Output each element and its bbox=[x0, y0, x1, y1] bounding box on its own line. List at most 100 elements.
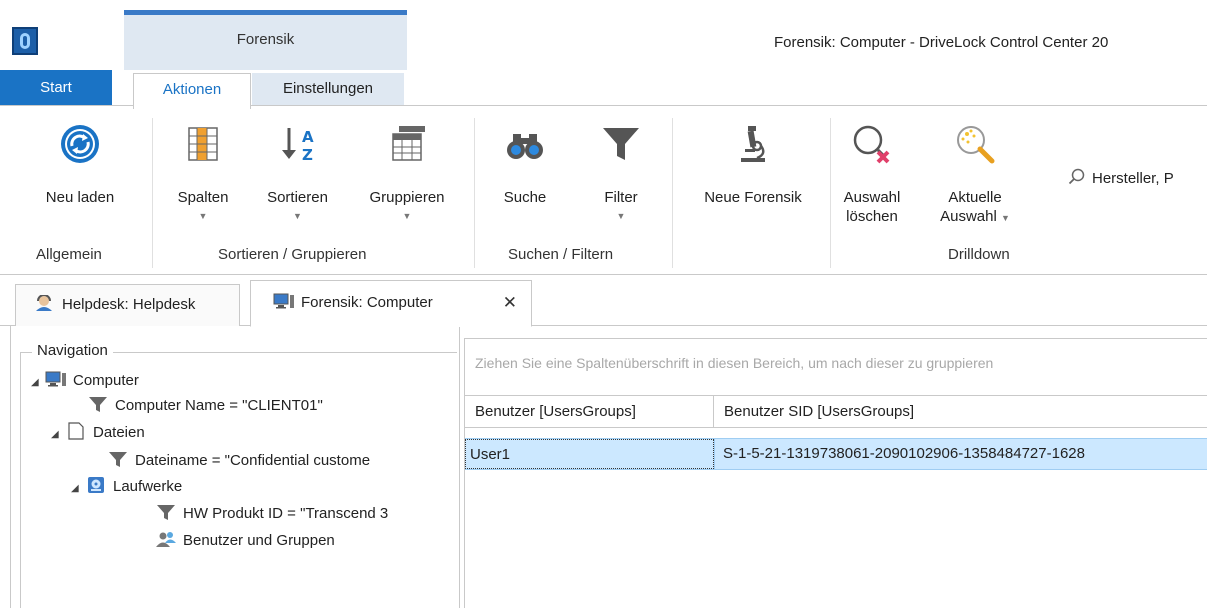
aktuelle-auswahl-line2: Auswahl bbox=[940, 208, 997, 225]
neue-forensik-label: Neue Forensik bbox=[704, 189, 802, 206]
cell-benutzer[interactable]: User1 bbox=[465, 439, 714, 469]
microscope-icon bbox=[741, 126, 765, 162]
tree-node-dateien-label: Dateien bbox=[93, 424, 145, 441]
tree-collapse-arrow-icon[interactable]: ◢ bbox=[51, 429, 65, 440]
column-header-benutzer-sid[interactable]: Benutzer SID [UsersGroups] bbox=[714, 396, 1207, 428]
tree-node-dateien[interactable]: ◢ Dateien bbox=[51, 422, 145, 441]
group-label-allgemein: Allgemein bbox=[36, 246, 102, 263]
auswahl-loeschen-line2: löschen bbox=[846, 208, 898, 225]
group-label-suchen-filtern: Suchen / Filtern bbox=[508, 246, 614, 263]
tab-aktionen[interactable]: Aktionen bbox=[133, 73, 251, 109]
suche-label: Suche bbox=[503, 189, 547, 206]
sort-az-icon: A Z bbox=[281, 128, 314, 164]
file-icon bbox=[68, 422, 84, 440]
tree-node-hw-filter[interactable]: HW Produkt ID = "Transcend 3 bbox=[155, 503, 388, 522]
sortieren-dropdown-arrow: ▼ bbox=[293, 211, 302, 221]
filter-funnel-icon bbox=[109, 452, 127, 467]
ribbon-separator bbox=[152, 118, 153, 268]
computer-icon bbox=[273, 293, 294, 309]
tree-node-computer-label: Computer bbox=[73, 372, 139, 389]
tree-node-computer-filter[interactable]: Computer Name = "CLIENT01" bbox=[87, 395, 323, 414]
doc-tab-helpdesk-label: Helpdesk: Helpdesk bbox=[62, 296, 196, 313]
tab-einstellungen[interactable]: Einstellungen bbox=[252, 73, 404, 106]
ribbon-search-field[interactable]: Hersteller, P bbox=[1068, 168, 1174, 187]
data-grid: Ziehen Sie eine Spaltenüberschrift in di… bbox=[464, 338, 1207, 608]
tree-node-computer-filter-label: Computer Name = "CLIENT01" bbox=[115, 397, 323, 414]
tree-node-dateiname-filter[interactable]: Dateiname = "Confidential custome bbox=[107, 450, 370, 469]
ribbon-tab-row: Start Einstellungen Aktionen bbox=[0, 70, 1207, 109]
table-row[interactable]: User1 S-1-5-21-1319738061-2090102906-135… bbox=[465, 438, 1207, 470]
close-icon[interactable]: ✕ bbox=[503, 281, 517, 325]
filter-button[interactable]: Filter ▼ bbox=[580, 112, 662, 230]
filter-funnel-icon bbox=[157, 505, 175, 520]
filter-funnel-icon bbox=[603, 128, 639, 160]
tree-node-benutzer-gruppen-label: Benutzer und Gruppen bbox=[183, 532, 335, 549]
helpdesk-icon bbox=[36, 295, 52, 311]
ribbon-search-text: Hersteller, P bbox=[1092, 170, 1174, 187]
tree-collapse-arrow-icon[interactable]: ◢ bbox=[71, 483, 85, 494]
window-title: Forensik: Computer - DriveLock Control C… bbox=[774, 34, 1109, 51]
document-tab-strip: Helpdesk: Helpdesk Forensik: Computer ✕ bbox=[0, 276, 1207, 327]
aktuelle-auswahl-button[interactable]: Aktuelle Auswahl ▼ bbox=[930, 112, 1020, 230]
tree-collapse-arrow-icon[interactable]: ◢ bbox=[31, 377, 45, 388]
spalten-label: Spalten bbox=[177, 189, 229, 206]
contextual-tab-group-label: Forensik bbox=[236, 31, 295, 48]
doc-tab-forensik-label: Forensik: Computer bbox=[301, 294, 433, 311]
group-table-icon bbox=[392, 126, 425, 161]
aktuelle-auswahl-line1: Aktuelle bbox=[948, 189, 1002, 206]
tree-node-computer[interactable]: ◢ Computer bbox=[31, 370, 139, 389]
ribbon-separator bbox=[672, 118, 673, 268]
content-area: Navigation ◢ Computer Computer Name = "C… bbox=[0, 326, 1207, 608]
svg-text:A: A bbox=[302, 128, 314, 146]
contextual-tab-group: Forensik bbox=[124, 10, 407, 70]
column-header-benutzer[interactable]: Benutzer [UsersGroups] bbox=[465, 396, 714, 428]
title-bar: Forensik Forensik: Computer - DriveLock … bbox=[0, 0, 1207, 70]
tree-node-hw-filter-label: HW Produkt ID = "Transcend 3 bbox=[183, 505, 389, 522]
sortieren-button[interactable]: A Z Sortieren ▼ bbox=[250, 112, 345, 230]
navigation-tree[interactable]: ◢ Computer Computer Name = "CLIENT01" ◢ … bbox=[21, 366, 457, 608]
search-icon bbox=[1068, 168, 1085, 185]
neu-laden-button[interactable]: Neu laden bbox=[30, 112, 130, 230]
neu-laden-label: Neu laden bbox=[45, 189, 115, 206]
gruppieren-label: Gruppieren bbox=[369, 189, 445, 206]
refresh-icon bbox=[61, 125, 99, 163]
filter-funnel-icon bbox=[89, 397, 107, 412]
cell-benutzer-sid[interactable]: S-1-5-21-1319738061-2090102906-135848472… bbox=[714, 439, 1207, 469]
group-by-panel[interactable]: Ziehen Sie eine Spaltenüberschrift in di… bbox=[465, 339, 1207, 396]
ribbon-separator bbox=[474, 118, 475, 268]
magnifier-sparkle-icon bbox=[957, 126, 995, 164]
aktuelle-auswahl-dropdown-arrow[interactable]: ▼ bbox=[1001, 213, 1010, 223]
filter-label: Filter bbox=[604, 189, 638, 206]
neue-forensik-button[interactable]: Neue Forensik bbox=[684, 112, 822, 230]
filter-dropdown-arrow: ▼ bbox=[616, 211, 626, 221]
sortieren-label: Sortieren bbox=[267, 189, 328, 206]
auswahl-loeschen-label: Auswahl löschen bbox=[836, 188, 908, 226]
ribbon: Neu laden Spalten ▼ A Z Sortieren ▼ Grup… bbox=[0, 105, 1207, 275]
spalten-dropdown-arrow: ▼ bbox=[198, 211, 208, 221]
tree-node-laufwerke[interactable]: ◢ Laufwerke bbox=[71, 476, 182, 495]
tree-node-laufwerke-label: Laufwerke bbox=[113, 478, 183, 495]
spalten-button[interactable]: Spalten ▼ bbox=[163, 112, 243, 230]
tab-start[interactable]: Start bbox=[0, 70, 112, 106]
ribbon-separator bbox=[830, 118, 831, 268]
suche-button[interactable]: Suche bbox=[490, 112, 560, 230]
magnifier-delete-icon bbox=[853, 125, 890, 164]
gruppieren-button[interactable]: Gruppieren ▼ bbox=[352, 112, 462, 230]
auswahl-loeschen-button[interactable]: Auswahl löschen bbox=[836, 112, 908, 230]
users-group-icon bbox=[156, 532, 176, 547]
tree-node-benutzer-gruppen[interactable]: Benutzer und Gruppen bbox=[155, 530, 335, 549]
auswahl-loeschen-line1: Auswahl bbox=[843, 189, 901, 206]
tree-node-dateiname-filter-label: Dateiname = "Confidential custome bbox=[135, 452, 371, 469]
doc-tab-helpdesk[interactable]: Helpdesk: Helpdesk bbox=[15, 284, 240, 326]
navigation-legend: Navigation bbox=[32, 342, 113, 359]
grid-header-row: Benutzer [UsersGroups] Benutzer SID [Use… bbox=[465, 395, 1207, 428]
app-logo-icon[interactable] bbox=[12, 27, 38, 55]
columns-icon bbox=[188, 127, 218, 161]
aktuelle-auswahl-line2-wrap: Auswahl ▼ bbox=[930, 207, 1020, 228]
gruppieren-dropdown-arrow: ▼ bbox=[402, 211, 412, 221]
svg-text:Z: Z bbox=[302, 146, 313, 164]
doc-tab-forensik[interactable]: Forensik: Computer ✕ bbox=[250, 280, 532, 327]
computer-icon bbox=[45, 371, 66, 387]
group-label-sortieren-gruppieren: Sortieren / Gruppieren bbox=[218, 246, 367, 263]
binoculars-icon bbox=[507, 134, 543, 159]
